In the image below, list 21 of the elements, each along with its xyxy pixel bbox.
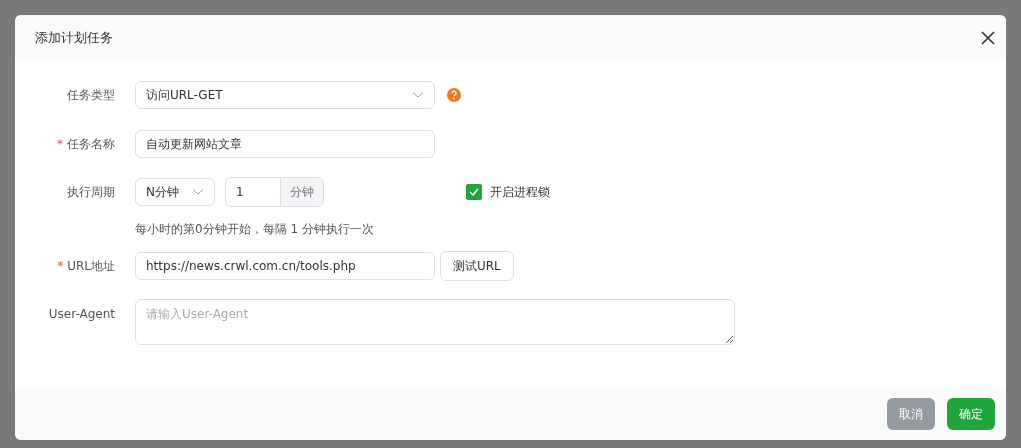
period-select[interactable]: N分钟 xyxy=(135,178,215,206)
help-icon[interactable] xyxy=(447,88,461,102)
field-label: * URL地址 xyxy=(56,257,115,275)
interval-suffix: 分钟 xyxy=(281,178,323,206)
chevron-down-icon xyxy=(192,188,204,196)
chevron-down-icon xyxy=(412,91,424,99)
dialog-title: 添加计划任务 xyxy=(35,29,113,47)
task-name-input[interactable]: 自动更新网站文章 xyxy=(135,130,435,158)
field-label: User-Agent xyxy=(47,307,115,321)
checkbox-label: 开启进程锁 xyxy=(490,183,550,201)
test-url-button[interactable]: 测试URL xyxy=(440,251,514,281)
lock-checkbox[interactable] xyxy=(466,184,482,200)
field-label: 执行周期 xyxy=(66,183,115,201)
field-label: * 任务名称 xyxy=(56,135,115,153)
user-agent-textarea[interactable]: 请输入User-Agent xyxy=(135,299,735,345)
close-icon[interactable] xyxy=(981,31,995,45)
checkmark-icon xyxy=(469,188,479,196)
task-type-select[interactable]: 访问URL-GET xyxy=(135,81,435,109)
field-label: 任务类型 xyxy=(66,86,115,104)
period-hint: 每小时的第0分钟开始，每隔 1 分钟执行一次 xyxy=(135,221,375,238)
url-input[interactable]: https://news.crwl.com.cn/tools.php xyxy=(135,252,435,280)
